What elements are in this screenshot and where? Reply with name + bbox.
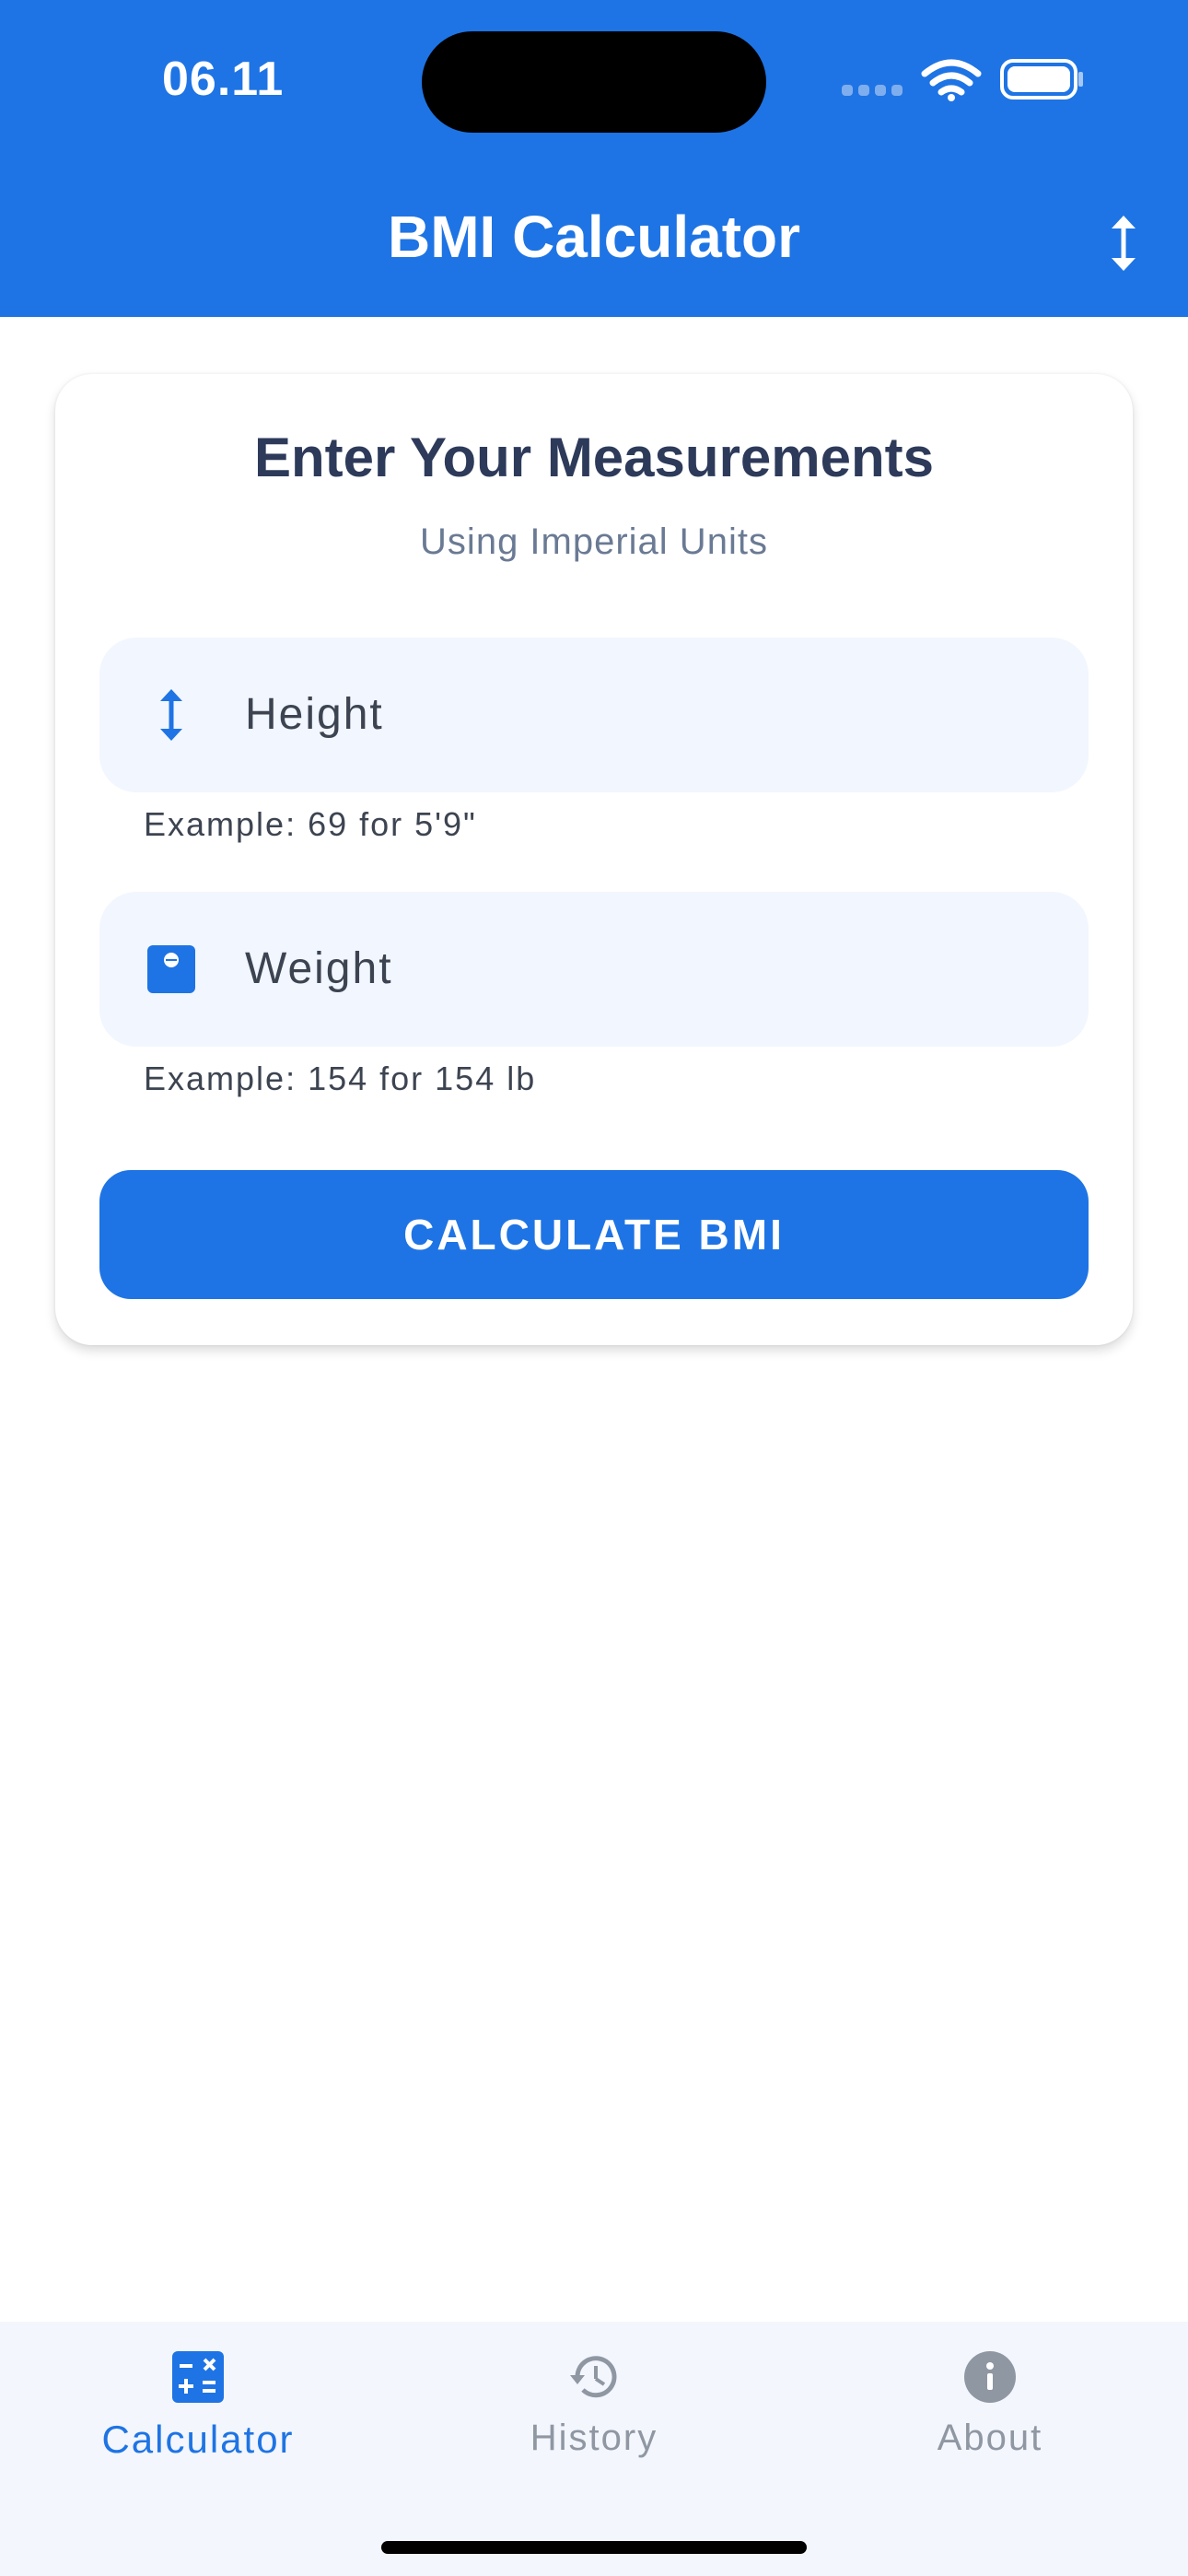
bottom-navigation: Calculator History About [0,2322,1188,2576]
home-indicator[interactable] [381,2541,807,2554]
card-title: Enter Your Measurements [253,427,935,488]
status-time: 06.11 [162,53,285,106]
page-title: BMI Calculator [387,204,801,270]
wifi-icon [921,59,982,96]
calculator-icon [172,2351,224,2403]
info-icon [964,2351,1016,2403]
history-icon [570,2356,617,2398]
weight-helper-text: Example: 154 for 154 lb [144,1060,537,1097]
tab-history-label: History [530,2418,658,2458]
measurement-card: Enter Your Measurements Using Imperial U… [55,374,1133,1345]
units-subtitle: Using Imperial Units [420,521,768,562]
cellular-signal-icon [842,85,903,96]
height-helper-text: Example: 69 for 5'9" [144,805,477,843]
height-input[interactable]: Height [99,638,1089,792]
scale-icon [144,942,199,997]
height-placeholder: Height [245,690,384,739]
height-icon [144,687,199,743]
tab-calculator[interactable]: Calculator [0,2322,396,2515]
calculate-bmi-button[interactable]: CALCULATE BMI [99,1170,1089,1299]
weight-input[interactable]: Weight [99,892,1089,1047]
battery-icon [1000,59,1083,100]
tab-about-label: About [937,2418,1043,2458]
tab-calculator-label: Calculator [101,2418,295,2461]
dynamic-island [422,31,766,133]
app-header: 06.11 BMI Calculator [0,0,1188,317]
status-icons [842,57,1085,103]
tab-about[interactable]: About [792,2322,1188,2515]
tab-history[interactable]: History [396,2322,792,2515]
unit-toggle-button[interactable] [1096,210,1151,276]
weight-placeholder: Weight [245,944,393,993]
vertical-arrows-icon [1112,216,1136,271]
